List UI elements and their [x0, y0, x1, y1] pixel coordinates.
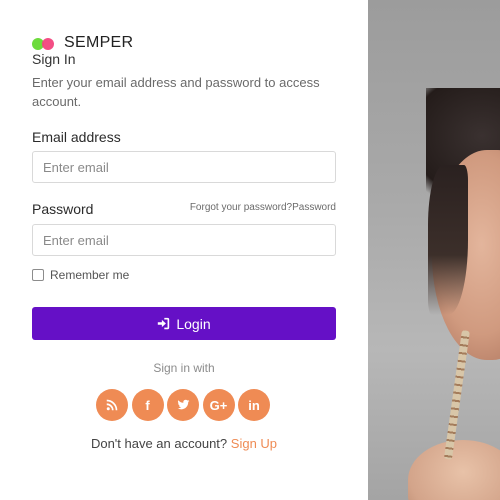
password-field[interactable] — [32, 224, 336, 256]
hero-photo — [368, 0, 500, 500]
brand-name: SEMPER — [64, 34, 134, 51]
linkedin-icon: in — [248, 397, 260, 413]
twitter-button[interactable] — [167, 389, 199, 421]
signup-link[interactable]: Sign Up — [231, 436, 277, 451]
logo-dots-icon — [32, 36, 56, 50]
sign-in-icon — [157, 317, 170, 330]
remember-me-checkbox[interactable] — [32, 269, 44, 281]
social-buttons: f G+ in — [96, 389, 274, 421]
photo-hand — [408, 440, 500, 500]
password-label: Password — [32, 201, 94, 217]
logo-dot-pink — [42, 38, 54, 50]
signup-prompt-text: Don't have an account? — [90, 436, 228, 451]
google-plus-button[interactable]: G+ — [202, 389, 235, 421]
facebook-icon: f — [145, 397, 150, 413]
facebook-button[interactable]: f — [131, 389, 164, 421]
email-field[interactable] — [32, 151, 336, 183]
rss-icon — [106, 399, 118, 411]
brand-logo: SEMPER — [32, 34, 133, 52]
email-label: Email address — [32, 129, 121, 145]
login-button-label: Login — [176, 315, 211, 332]
page-title: Sign In — [32, 51, 76, 67]
signup-prompt: Don't have an account? Sign Up — [0, 436, 368, 451]
photo-hair-strand — [428, 165, 468, 315]
remember-me-label[interactable]: Remember me — [50, 268, 129, 282]
signin-description: Enter your email address and password to… — [32, 75, 320, 109]
remember-me: Remember me — [32, 268, 129, 282]
rss-button[interactable] — [96, 389, 128, 421]
forgot-password-link[interactable]: Forgot your password?Password — [190, 202, 336, 213]
login-button[interactable]: Login — [32, 307, 336, 340]
google-plus-icon: G+ — [209, 397, 228, 413]
social-heading: Sign in with — [153, 361, 215, 375]
twitter-icon — [177, 399, 189, 410]
login-panel: SEMPER Sign In Enter your email address … — [0, 0, 368, 500]
linkedin-button[interactable]: in — [238, 389, 270, 421]
